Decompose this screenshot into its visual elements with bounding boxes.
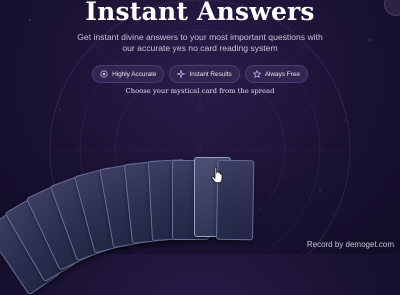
card-spread — [0, 0, 400, 295]
hand-cursor-icon — [211, 166, 223, 184]
watermark: Record by demoget.com — [306, 240, 394, 249]
